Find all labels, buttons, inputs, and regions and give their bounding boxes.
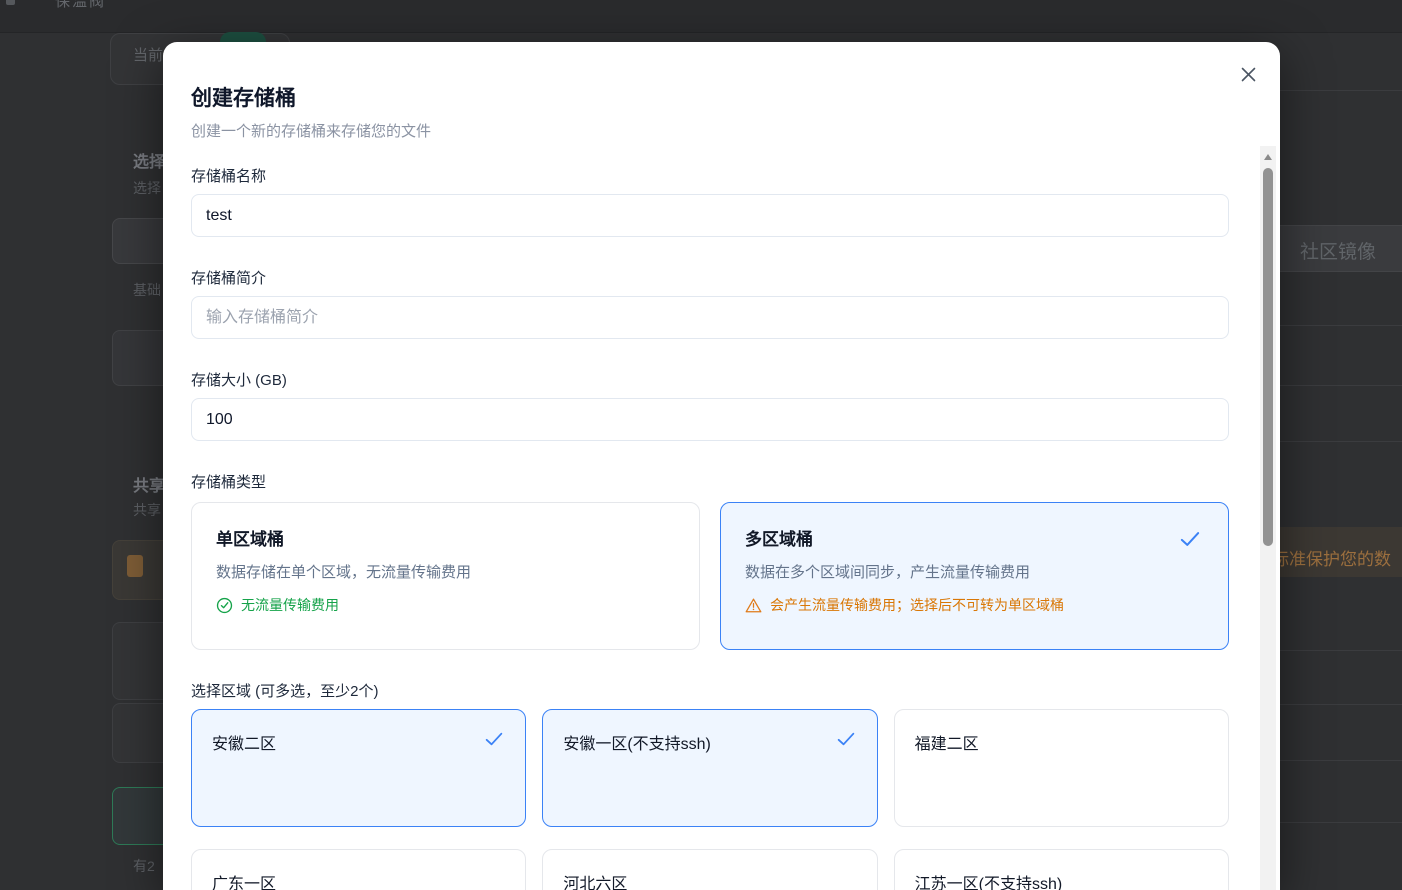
region-options: 安徽二区 安徽一区(不支持ssh) 福建二区 广东一区 河北六区 江苏一区(不支… (191, 709, 1229, 890)
close-icon[interactable] (1238, 64, 1258, 84)
option-description: 数据在多个区域间同步，产生流量传输费用 (745, 564, 1031, 581)
option-note: 会产生流量传输费用；选择后不可转为单区域桶 (770, 597, 1064, 613)
option-title: 单区域桶 (216, 530, 284, 549)
bucket-description-input[interactable] (191, 296, 1229, 339)
option-title: 多区域桶 (745, 530, 813, 549)
bucket-type-options: 单区域桶 数据存储在单个区域，无流量传输费用 无流量传输费用 多区域桶 数据在多… (191, 502, 1229, 650)
scrollbar-up-arrow-icon[interactable] (1264, 154, 1272, 160)
region-name: 广东一区 (212, 876, 277, 890)
background-section-title: 选择 (133, 154, 166, 171)
region-option-hebei-6[interactable]: 河北六区 (542, 849, 878, 890)
background-base-label: 基础 (133, 282, 161, 298)
bucket-type-option-single-region[interactable]: 单区域桶 数据存储在单个区域，无流量传输费用 无流量传输费用 (191, 502, 700, 650)
background-banner-text: 当前 (133, 47, 164, 64)
check-icon (837, 732, 855, 746)
create-bucket-dialog: 创建存储桶 创建一个新的存储桶来存储您的文件 存储桶名称 存储桶简介 存储大小 … (163, 42, 1280, 890)
warning-triangle-icon (745, 597, 762, 614)
option-description: 数据存储在单个区域，无流量传输费用 (216, 564, 472, 581)
region-option-jiangsu-1[interactable]: 江苏一区(不支持ssh) (893, 849, 1229, 890)
region-name: 安徽一区(不支持ssh) (563, 736, 711, 753)
background-footer-text: 有2 (133, 858, 155, 874)
region-option-anhui-1[interactable]: 安徽一区(不支持ssh) (542, 709, 878, 827)
region-name: 河北六区 (563, 876, 628, 890)
dialog-title: 创建存储桶 (191, 87, 296, 110)
region-name: 福建二区 (914, 736, 979, 753)
region-option-fujian-2[interactable]: 福建二区 (893, 709, 1229, 827)
region-option-guangdong-1[interactable]: 广东一区 (191, 849, 527, 890)
bucket-type-label: 存储桶类型 (191, 474, 267, 491)
background-tab-label: 社区镜像 (1300, 242, 1377, 263)
region-select-label: 选择区域 (可多选，至少2个) (191, 683, 379, 700)
background-orange-note: 标准保护您的数 (1272, 550, 1391, 569)
check-icon (1180, 531, 1200, 547)
circle-check-icon (216, 597, 233, 614)
background-topbar: 保温阀 (0, 0, 1402, 33)
background-section2-title: 共享 (133, 478, 166, 495)
bucket-type-option-multi-region[interactable]: 多区域桶 数据在多个区域间同步，产生流量传输费用 会产生流量传输费用；选择后不可… (720, 502, 1229, 650)
background-section-subtitle: 选择 (133, 180, 161, 196)
bucket-description-label: 存储桶简介 (191, 270, 267, 287)
region-option-anhui-2[interactable]: 安徽二区 (191, 709, 527, 827)
region-name: 安徽二区 (212, 736, 277, 753)
option-note: 无流量传输费用 (241, 597, 339, 613)
app-logo-icon (6, 0, 15, 5)
dialog-scrollbar[interactable] (1260, 146, 1276, 890)
dialog-subtitle: 创建一个新的存储桶来存储您的文件 (191, 123, 432, 140)
scrollbar-thumb[interactable] (1263, 168, 1273, 546)
region-name: 江苏一区(不支持ssh) (914, 876, 1063, 890)
background-orange-icon (127, 555, 143, 577)
topbar-nav-item: 保温阀 (55, 0, 107, 10)
bucket-name-label: 存储桶名称 (191, 168, 267, 185)
check-icon (485, 732, 503, 746)
storage-size-input[interactable] (191, 398, 1229, 441)
background-section2-subtitle: 共享 (133, 502, 161, 518)
bucket-name-input[interactable] (191, 194, 1229, 237)
storage-size-label: 存储大小 (GB) (191, 372, 287, 389)
